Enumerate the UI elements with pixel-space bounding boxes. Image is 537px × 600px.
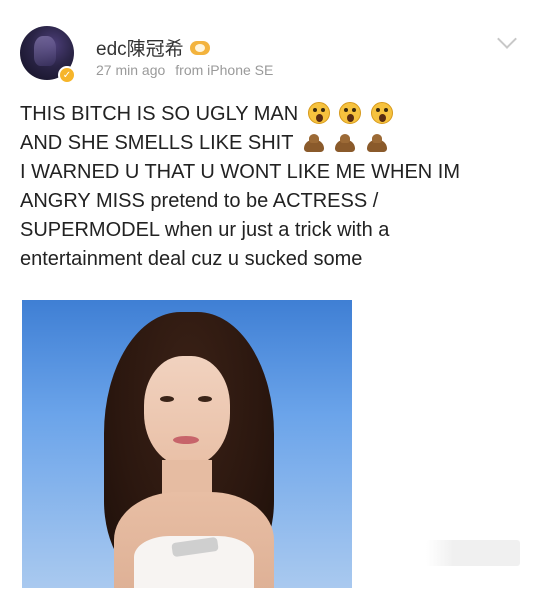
username[interactable]: edc陳冠希: [96, 34, 210, 61]
post-line: entertainment deal cuz u sucked some: [20, 248, 363, 270]
post-header: ✓ edc陳冠希 27 min ago from iPhone SE: [20, 20, 520, 90]
weibo-post-card: ✓ edc陳冠希 27 min ago from iPhone SE THIS …: [0, 0, 537, 600]
pile-of-poo-icon: [334, 133, 356, 153]
timestamp: 27 min ago: [96, 62, 166, 78]
chevron-down-icon[interactable]: [497, 29, 517, 49]
avatar[interactable]: ✓: [20, 26, 78, 84]
username-text: edc陳冠希: [96, 39, 184, 60]
post-line: SUPERMODEL when ur just a trick with a: [20, 219, 390, 241]
photo-lips: [173, 436, 199, 444]
post-line: ANGRY MISS pretend to be ACTRESS /: [20, 190, 379, 212]
screaming-face-icon: [370, 102, 393, 124]
photo-face: [144, 356, 230, 466]
pile-of-poo-icon: [303, 133, 325, 153]
pile-of-poo-icon: [366, 133, 388, 153]
screaming-face-icon: [307, 102, 330, 124]
watermark-overlay: [426, 540, 520, 566]
verified-badge-icon: ✓: [58, 66, 76, 84]
post-photo[interactable]: [22, 300, 352, 588]
post-line: I WARNED U THAT U WONT LIKE ME WHEN IM: [20, 161, 461, 183]
post-text: THIS BITCH IS SO UGLY MAN AND SHE SMELLS…: [20, 100, 520, 274]
post-meta: 27 min ago from iPhone SE: [96, 62, 273, 78]
post-line: THIS BITCH IS SO UGLY MAN: [20, 100, 520, 129]
post-line: AND SHE SMELLS LIKE SHIT: [20, 129, 520, 158]
post-source: from iPhone SE: [175, 62, 274, 78]
screaming-face-icon: [339, 102, 362, 124]
photo-eyes: [160, 396, 174, 402]
member-level-icon: [189, 40, 210, 55]
